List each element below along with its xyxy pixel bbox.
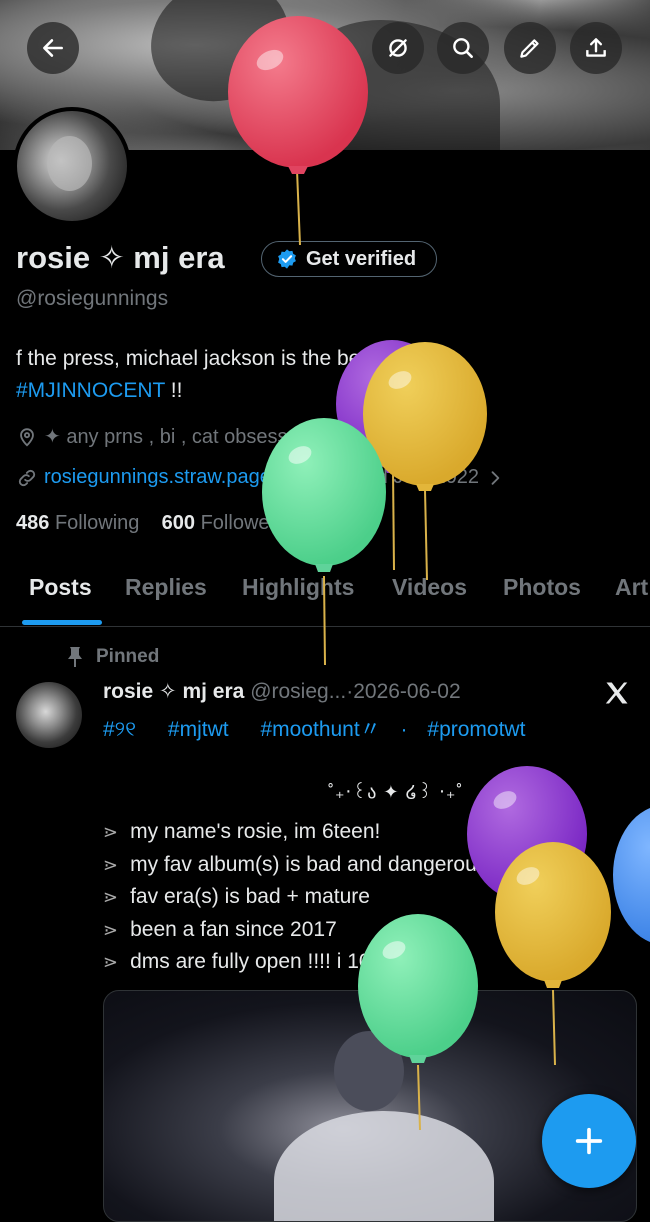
balloon-blue [613, 807, 650, 943]
chevron-right-icon[interactable] [485, 468, 505, 488]
following-count: 486 [16, 512, 50, 534]
post-avatar[interactable] [16, 682, 82, 748]
post-line-text: fav era(s) is bad + mature [130, 885, 370, 908]
post-line: ⋗ my name's rosie, im 6teen! [103, 816, 505, 849]
profile-link-row: rosiegunnings.straw.page Joined July 202… [16, 466, 505, 489]
post-date[interactable]: ·2026-06-02 [346, 680, 460, 703]
avatar-photo-shape [47, 136, 92, 191]
pin-icon [68, 647, 82, 667]
post-body: ⋗ my name's rosie, im 6teen! ⋗ my fav albu… [103, 816, 505, 979]
post-line-text: my fav album(s) is bad and dangerous !! [130, 852, 505, 876]
post-hashtags: #୨୧ #mjtwt #moothunt〃 · #promotwt [103, 713, 551, 743]
bullet-icon: ⋗ [103, 952, 119, 972]
search-icon [453, 38, 473, 58]
get-verified-label: Get verified [306, 247, 417, 270]
bullet-icon: ⋗ [103, 822, 119, 842]
bullet-icon: ⋗ [103, 887, 119, 907]
post-line: ⋗ fav era(s) is bad + mature [103, 881, 505, 914]
media-photo-shape [274, 1111, 494, 1221]
share-button[interactable] [570, 22, 622, 74]
following-link[interactable]: 486 Following [16, 512, 139, 534]
tab-replies[interactable]: Replies [125, 574, 207, 601]
tab-videos[interactable]: Videos [392, 574, 467, 601]
profile-joined: Joined July 2022 [328, 466, 479, 488]
search-button[interactable] [437, 22, 489, 74]
pinned-indicator: Pinned [66, 646, 159, 668]
profile-location: ✦ any prns , bi , cat obsessed [44, 426, 310, 448]
post-decoration: ˚₊‧꒰ა ✦ ໒꒱ ‧₊˚ [328, 782, 464, 802]
bullet-icon: ⋗ [103, 919, 119, 940]
get-verified-button[interactable]: Get verified [261, 241, 438, 277]
media-photo-shape [334, 1031, 404, 1111]
post-line-text: my name's rosie, im 6teen! [130, 820, 381, 843]
bullet-icon: ⋗ [103, 854, 119, 875]
hashtag-separator: · [400, 718, 408, 741]
bio-text: f the press, michael jackson is the best… [16, 347, 441, 370]
edit-icon [520, 39, 539, 58]
following-label: Following [54, 512, 140, 534]
plus-icon [575, 1127, 603, 1155]
link-icon [18, 469, 36, 486]
profile-follow-stats: 486 Following 600 Followers [16, 512, 286, 535]
active-tab-indicator [22, 620, 102, 625]
balloon-green [262, 418, 386, 666]
post-line: ⋗ been a fan since 2017 [103, 914, 505, 947]
pinned-label: Pinned [96, 646, 160, 667]
profile-website-link[interactable]: rosiegunnings.straw.page [44, 466, 271, 489]
profile-bio: f the press, michael jackson is the best… [16, 343, 616, 407]
verified-badge-icon [278, 249, 296, 269]
post-header: rosie ✧ mj era @rosieg...·2026-06-02 [103, 679, 461, 704]
hashtag-link[interactable]: #mjtwt [168, 718, 229, 741]
tab-photos[interactable]: Photos [503, 574, 581, 601]
bio-tail: !! [164, 379, 183, 402]
edit-button[interactable] [504, 22, 556, 74]
tab-posts[interactable]: Posts [29, 574, 92, 601]
hashtag-link[interactable]: #moothunt〃 [260, 718, 380, 741]
followers-link[interactable]: 600 Followers [162, 512, 287, 534]
profile-display-name: rosie ✧ mj era [16, 240, 225, 275]
x-logo-icon [605, 682, 628, 704]
followers-label: Followers [200, 512, 287, 534]
post-line-text: been a fan since 2017 [130, 917, 337, 941]
notifications-off-button[interactable] [372, 22, 424, 74]
post-author-handle[interactable]: @rosieg... [250, 680, 346, 703]
profile-location-row: ✦ any prns , bi , cat obsessed [16, 424, 310, 449]
post-line: ⋗ my fav album(s) is bad and dangerous !! [103, 849, 505, 882]
share-icon [586, 38, 606, 57]
tab-art[interactable]: Art [615, 574, 648, 601]
back-button[interactable] [27, 22, 79, 74]
banner-photo-shape [133, 0, 307, 121]
post-line-text: dms are fully open !!!! i 100% fb <3 [130, 950, 455, 973]
no-notifications-icon [389, 39, 407, 57]
post-line: ⋗ dms are fully open !!!! i 100% fb <3 [103, 946, 505, 979]
profile-avatar[interactable] [13, 107, 131, 225]
compose-post-button[interactable] [542, 1094, 636, 1188]
hashtag-link[interactable]: #promotwt [427, 718, 525, 741]
bio-hashtag-link[interactable]: #MJINNOCENT [16, 379, 165, 402]
location-icon [20, 427, 34, 446]
post-author-name[interactable]: rosie ✧ mj era [103, 680, 244, 703]
back-arrow-icon [43, 39, 63, 57]
calendar-icon [303, 468, 321, 486]
profile-handle: @rosiegunnings [16, 287, 169, 310]
tab-highlights[interactable]: Highlights [242, 574, 354, 601]
hashtag-link[interactable]: #୨୧ [103, 718, 136, 741]
profile-tabs: Posts Replies Highlights Videos Photos A… [0, 570, 650, 627]
followers-count: 600 [161, 512, 196, 534]
